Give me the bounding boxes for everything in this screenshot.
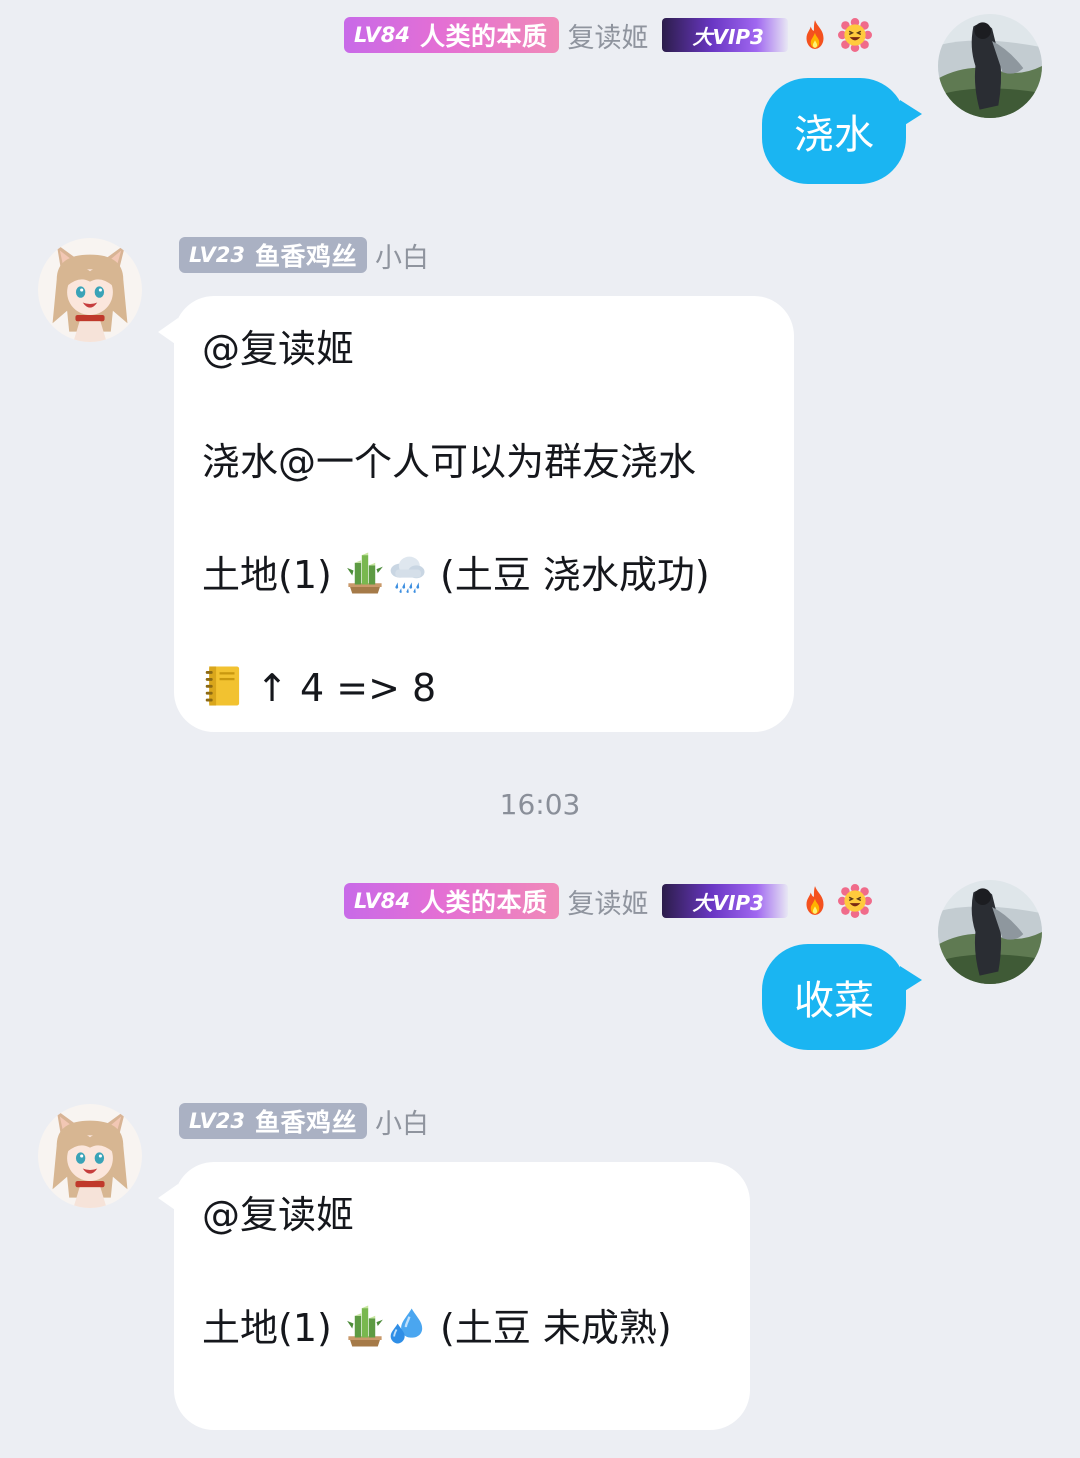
- message-bubble-incoming[interactable]: @复读姬 浇水@一个人可以为群友浇水 土地(1) (土豆 浇水成功) ↑ 4 =…: [174, 296, 794, 732]
- laughing-face-badge-icon: [838, 884, 872, 918]
- sender-header-incoming-2: LV23 鱼香鸡丝 小白: [179, 1102, 429, 1140]
- message-line: ↑ 4 => 8: [202, 659, 794, 717]
- fire-icon: [798, 18, 832, 52]
- title-label: 人类的本质: [419, 22, 548, 51]
- line-suffix: (土豆 未成熟): [427, 1306, 672, 1350]
- avatar-fox-girl-icon: [38, 238, 142, 342]
- level-title-badge: LV23 鱼香鸡丝: [179, 237, 367, 273]
- message-text: 收菜: [794, 978, 874, 1024]
- sender-nickname[interactable]: 复读姬: [567, 16, 648, 55]
- level-title-badge: LV84 人类的本质: [344, 883, 560, 919]
- rain-cloud-icon: [386, 550, 428, 596]
- message-bubble-outgoing[interactable]: 浇水: [762, 78, 906, 184]
- title-label: 鱼香鸡丝: [254, 242, 357, 271]
- message-bubble-outgoing[interactable]: 收菜: [762, 944, 906, 1050]
- sender-header-outgoing-2: LV84 人类的本质 复读姬 大VIP3: [344, 882, 872, 920]
- laughing-face-badge-icon: [838, 18, 872, 52]
- sender-header-outgoing-1: LV84 人类的本质 复读姬 大VIP3: [344, 16, 872, 54]
- sweat-droplets-icon: [386, 1303, 428, 1349]
- avatar-xiaobai[interactable]: [38, 238, 142, 342]
- avatar-landscape-icon: [938, 14, 1042, 118]
- level-label: LV23: [189, 1109, 245, 1133]
- message-line: @复读姬: [202, 327, 355, 371]
- level-label: LV84: [354, 23, 410, 47]
- vip-badge: 大VIP3: [662, 884, 789, 918]
- bubble-tail: [900, 966, 922, 994]
- vip-label: 大VIP3: [692, 890, 764, 915]
- vip-badge: 大VIP3: [662, 18, 789, 52]
- bubble-tail: [900, 100, 922, 128]
- message-text: 浇水: [794, 112, 874, 158]
- notebook-icon: [202, 663, 244, 709]
- level-title-badge: LV84 人类的本质: [344, 17, 560, 53]
- title-label: 人类的本质: [419, 888, 548, 917]
- sender-nickname[interactable]: 复读姬: [567, 882, 648, 921]
- sender-nickname[interactable]: 小白: [375, 1102, 429, 1141]
- fire-icon: [798, 884, 832, 918]
- title-label: 鱼香鸡丝: [254, 1108, 357, 1137]
- level-title-badge: LV23 鱼香鸡丝: [179, 1103, 367, 1139]
- message-bubble-incoming[interactable]: @复读姬 土地(1) (土豆 未成熟): [174, 1162, 750, 1430]
- line-prefix: 土地(1): [202, 553, 344, 597]
- avatar-landscape-icon: [938, 880, 1042, 984]
- message-timestamp: 16:03: [499, 788, 581, 821]
- level-label: LV84: [354, 889, 410, 913]
- line-suffix: ↑ 4 => 8: [244, 666, 437, 710]
- bamboo-sprout-icon: [344, 550, 386, 596]
- line-prefix: 土地(1): [202, 1306, 344, 1350]
- line-suffix: (土豆 浇水成功): [427, 553, 710, 597]
- message-line: 土地(1) (土豆 浇水成功): [202, 546, 794, 659]
- avatar-xiaobai[interactable]: [38, 1104, 142, 1208]
- avatar-self[interactable]: [938, 880, 1042, 984]
- bamboo-sprout-icon: [344, 1303, 386, 1349]
- level-label: LV23: [189, 243, 245, 267]
- avatar-fox-girl-icon: [38, 1104, 142, 1208]
- message-line: @复读姬: [202, 1193, 355, 1237]
- sender-header-incoming-1: LV23 鱼香鸡丝 小白: [179, 236, 429, 274]
- message-line: 浇水@一个人可以为群友浇水: [202, 440, 697, 484]
- vip-label: 大VIP3: [692, 24, 764, 49]
- avatar-self[interactable]: [938, 14, 1042, 118]
- message-line: 土地(1) (土豆 未成熟): [202, 1299, 750, 1357]
- sender-nickname[interactable]: 小白: [375, 236, 429, 275]
